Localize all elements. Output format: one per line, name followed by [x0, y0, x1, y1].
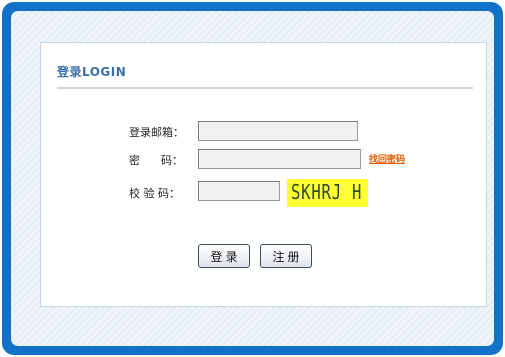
register-button[interactable]: 注册	[260, 244, 312, 268]
login-title: 登录LOGIN	[57, 65, 127, 79]
captcha-input[interactable]	[198, 181, 280, 201]
password-label: 密 码：	[129, 154, 183, 167]
email-input[interactable]	[198, 121, 358, 141]
forgot-password-link[interactable]: 找回密码	[369, 152, 405, 165]
captcha-image[interactable]: SKHRJ H	[287, 179, 368, 207]
login-button[interactable]: 登录	[198, 244, 250, 268]
hatched-background: 登录LOGIN 登录邮箱： 密 码： 找回密码 校 验 码： SKHRJ H 登…	[11, 11, 494, 346]
email-label: 登录邮箱：	[129, 126, 184, 139]
outer-frame: 登录LOGIN 登录邮箱： 密 码： 找回密码 校 验 码： SKHRJ H 登…	[2, 2, 503, 355]
title-divider	[57, 87, 473, 89]
captcha-image-text: SKHRJ H	[291, 180, 363, 204]
password-input[interactable]	[198, 149, 361, 169]
login-panel: 登录LOGIN 登录邮箱： 密 码： 找回密码 校 验 码： SKHRJ H 登…	[40, 42, 487, 307]
captcha-label: 校 验 码：	[129, 187, 180, 200]
